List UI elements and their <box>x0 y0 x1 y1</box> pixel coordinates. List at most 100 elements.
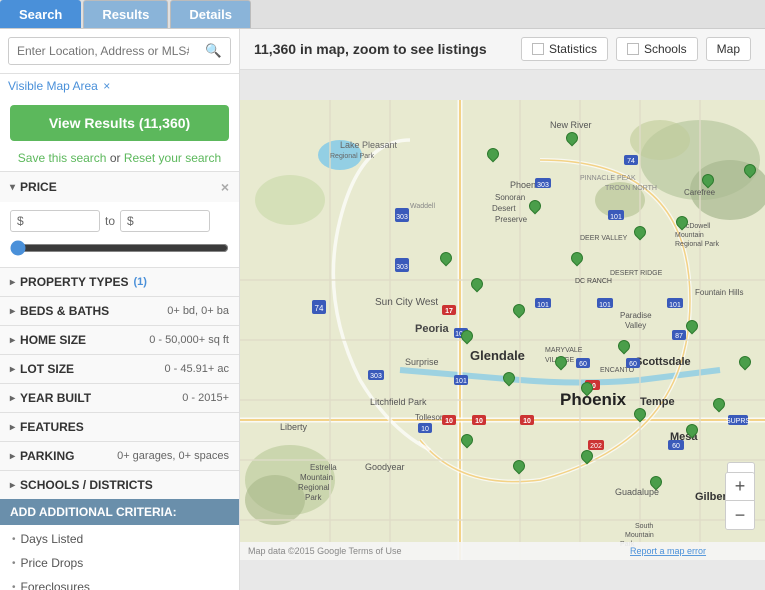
svg-text:101: 101 <box>455 378 467 385</box>
lot-size-header[interactable]: ▸ LOT SIZE 0 - 45.91+ ac <box>0 355 239 383</box>
svg-text:303: 303 <box>370 373 382 380</box>
svg-text:202: 202 <box>590 443 602 450</box>
home-size-value: 0 - 50,000+ sq ft <box>149 334 229 346</box>
svg-text:303: 303 <box>396 214 408 221</box>
home-size-label: HOME SIZE <box>20 333 86 347</box>
search-input[interactable] <box>9 39 197 63</box>
svg-text:Map data ©2015 Google Terms of: Map data ©2015 Google Terms of Use <box>248 546 402 556</box>
map-count: 11,360 in map, zoom to see listings <box>254 41 487 57</box>
svg-text:Mountain: Mountain <box>675 232 704 239</box>
svg-text:Regional: Regional <box>298 483 330 492</box>
svg-text:Liberty: Liberty <box>280 422 308 432</box>
zoom-in-button[interactable]: + <box>726 473 754 501</box>
price-max-input[interactable] <box>137 214 207 228</box>
parking-label: PARKING <box>20 449 74 463</box>
schools-filter: ▸ SCHOOLS / DISTRICTS <box>0 470 239 499</box>
price-inputs: $ to $ <box>10 210 229 232</box>
tab-details[interactable]: Details <box>170 0 251 28</box>
schools-header[interactable]: ▸ SCHOOLS / DISTRICTS <box>0 471 239 499</box>
features-header[interactable]: ▸ FEATURES <box>0 413 239 441</box>
svg-text:Waddell: Waddell <box>410 203 435 210</box>
year-built-filter: ▸ YEAR BUILT 0 - 2015+ <box>0 383 239 412</box>
home-size-filter: ▸ HOME SIZE 0 - 50,000+ sq ft <box>0 325 239 354</box>
svg-text:74: 74 <box>627 158 635 165</box>
map-container[interactable]: Lake Pleasant Regional Park New River Ph… <box>240 70 765 590</box>
svg-text:Regional Park: Regional Park <box>330 153 374 160</box>
svg-text:Tolleson: Tolleson <box>415 413 444 422</box>
tab-search[interactable]: Search <box>0 0 81 28</box>
svg-text:South: South <box>635 523 653 530</box>
svg-text:Estrella: Estrella <box>310 463 337 472</box>
price-filter-close[interactable]: × <box>221 179 229 195</box>
criteria-item[interactable]: •Price Drops <box>0 551 239 575</box>
price-range-slider[interactable] <box>10 240 229 256</box>
svg-text:Regional Park: Regional Park <box>675 241 719 248</box>
save-search-link[interactable]: Save this search <box>18 151 107 165</box>
search-bar: 🔍 <box>0 29 239 74</box>
price-filter-content: $ to $ <box>0 202 239 267</box>
map-zoom-controls: + − <box>725 472 755 530</box>
price-min-wrap: $ <box>10 210 100 232</box>
year-built-label: YEAR BUILT <box>20 391 91 405</box>
price-filter-header[interactable]: ▾ PRICE × <box>0 172 239 202</box>
criteria-list: •Days Listed•Price Drops•Foreclosures•Pr… <box>0 525 239 590</box>
svg-text:Surprise: Surprise <box>405 357 439 367</box>
svg-text:Valley: Valley <box>625 321 646 330</box>
price-arrow-icon: ▾ <box>10 182 15 193</box>
search-submit-button[interactable]: 🔍 <box>197 38 230 64</box>
year-built-header[interactable]: ▸ YEAR BUILT 0 - 2015+ <box>0 384 239 412</box>
svg-text:303: 303 <box>537 182 549 189</box>
price-filter-section: ▾ PRICE × $ to $ <box>0 171 239 267</box>
map-area: 11,360 in map, zoom to see listings Stat… <box>240 29 765 590</box>
svg-text:Guadalupe: Guadalupe <box>615 487 659 497</box>
schools-checkbox <box>627 43 639 55</box>
svg-text:PINNACLE PEAK: PINNACLE PEAK <box>580 175 636 182</box>
home-size-header[interactable]: ▸ HOME SIZE 0 - 50,000+ sq ft <box>0 326 239 354</box>
svg-text:101: 101 <box>537 302 549 309</box>
reset-search-link[interactable]: Reset your search <box>124 151 221 165</box>
top-tabs: Search Results Details <box>0 0 765 29</box>
map-header-controls: Statistics Schools Map <box>521 37 751 61</box>
visible-map-area-wrap: Visible Map Area × <box>0 74 239 97</box>
svg-text:ENCANTO: ENCANTO <box>600 367 635 374</box>
criteria-item[interactable]: •Foreclosures <box>0 575 239 590</box>
zoom-out-button[interactable]: − <box>726 501 754 529</box>
sidebar: 🔍 Visible Map Area × View Results (11,36… <box>0 29 240 590</box>
property-types-label: PROPERTY TYPES <box>20 275 128 289</box>
svg-text:60: 60 <box>672 443 680 450</box>
lot-size-label: LOT SIZE <box>20 362 74 376</box>
schools-button[interactable]: Schools <box>616 37 698 61</box>
svg-text:Preserve: Preserve <box>495 215 528 224</box>
features-filter: ▸ FEATURES <box>0 412 239 441</box>
svg-text:10: 10 <box>445 418 453 425</box>
svg-text:Fountain Hills: Fountain Hills <box>695 288 743 297</box>
visible-map-link[interactable]: Visible Map Area × <box>8 79 110 93</box>
beds-baths-header[interactable]: ▸ BEDS & BATHS 0+ bd, 0+ ba <box>0 297 239 325</box>
criteria-item[interactable]: •Days Listed <box>0 527 239 551</box>
add-criteria-header: ADD ADDITIONAL CRITERIA: <box>0 499 239 525</box>
price-min-input[interactable] <box>27 214 97 228</box>
svg-text:Litchfield Park: Litchfield Park <box>370 397 427 407</box>
svg-text:17: 17 <box>445 308 453 315</box>
svg-text:60: 60 <box>579 361 587 368</box>
property-types-filter: ▸ PROPERTY TYPES (1) <box>0 267 239 296</box>
svg-text:DEER VALLEY: DEER VALLEY <box>580 235 628 242</box>
price-filter-label: PRICE <box>20 180 57 194</box>
lot-size-value: 0 - 45.91+ ac <box>164 363 229 375</box>
parking-value: 0+ garages, 0+ spaces <box>117 450 229 462</box>
svg-text:10: 10 <box>421 426 429 433</box>
map-view-button[interactable]: Map <box>706 37 751 61</box>
statistics-button[interactable]: Statistics <box>521 37 608 61</box>
svg-text:10: 10 <box>475 418 483 425</box>
parking-header[interactable]: ▸ PARKING 0+ garages, 0+ spaces <box>0 442 239 470</box>
view-results-button[interactable]: View Results (11,360) <box>10 105 229 141</box>
property-types-header[interactable]: ▸ PROPERTY TYPES (1) <box>0 268 239 296</box>
search-input-wrap: 🔍 <box>8 37 231 65</box>
beds-baths-label: BEDS & BATHS <box>20 304 109 318</box>
svg-text:Report a map error: Report a map error <box>630 546 706 556</box>
beds-baths-value: 0+ bd, 0+ ba <box>167 305 229 317</box>
tab-results[interactable]: Results <box>83 0 168 28</box>
svg-text:Glendale: Glendale <box>470 348 525 363</box>
save-reset-row: Save this search or Reset your search <box>0 149 239 171</box>
svg-text:Mountain: Mountain <box>625 532 654 539</box>
